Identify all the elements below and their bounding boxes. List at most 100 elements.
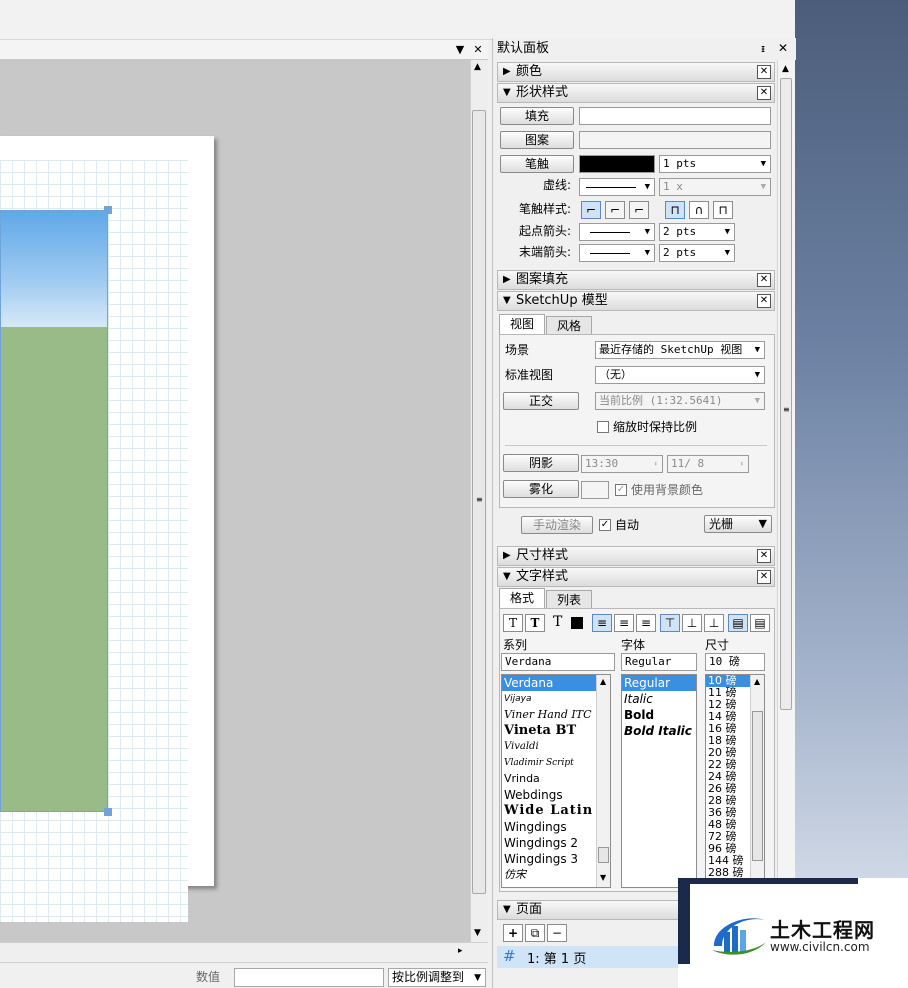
family-input[interactable]: Verdana: [501, 653, 615, 671]
manual-render-button[interactable]: 手动渲染: [521, 516, 593, 534]
family-list-scrollbar[interactable]: ▲ ▼: [596, 675, 610, 887]
join-bevel-icon[interactable]: ⊓: [713, 201, 733, 219]
bounded-text-icon[interactable]: ▤: [750, 614, 770, 632]
list-item[interactable]: Vijaya: [502, 691, 610, 707]
text-color-swatch[interactable]: [571, 617, 583, 629]
scroll-down-icon[interactable]: ▼: [474, 928, 481, 938]
section-shape-style[interactable]: ▼ 形状样式 ✕: [497, 83, 775, 103]
resize-handle-bottom-right[interactable]: [104, 808, 112, 816]
family-scroll-thumb[interactable]: [598, 847, 609, 863]
doc-menu-dropdown-icon[interactable]: ▼: [452, 42, 468, 58]
section-close-icon[interactable]: ✕: [757, 273, 771, 287]
auto-render-checkbox[interactable]: ✓: [599, 519, 611, 531]
start-arrow-size-select[interactable]: 2 pts ▼: [659, 223, 735, 241]
fog-color-swatch[interactable]: [581, 481, 609, 499]
panel-close-icon[interactable]: ✕: [778, 41, 788, 55]
list-item[interactable]: Bold: [622, 707, 696, 723]
list-item[interactable]: Viner Hand ITC: [502, 707, 610, 723]
size-input[interactable]: 10 磅: [705, 653, 765, 671]
list-item[interactable]: Vladimir Script: [502, 755, 610, 771]
family-list[interactable]: Verdana Vijaya Viner Hand ITC Vineta BT …: [501, 674, 611, 888]
valign-top-icon[interactable]: ⊤: [660, 614, 680, 632]
pattern-swatch[interactable]: [579, 131, 771, 149]
section-color[interactable]: ▶ 颜色 ✕: [497, 62, 775, 82]
list-item[interactable]: Verdana: [502, 675, 610, 691]
document-canvas[interactable]: [0, 60, 470, 942]
scroll-down-icon[interactable]: ▼: [600, 873, 606, 882]
stroke-button[interactable]: 笔触: [500, 155, 574, 173]
size-list-scrollbar[interactable]: ▲: [750, 675, 764, 879]
list-item[interactable]: Wingdings: [502, 819, 610, 835]
add-page-icon[interactable]: +: [503, 924, 523, 942]
cap-square-icon[interactable]: ⌐: [629, 201, 649, 219]
tab-list[interactable]: 列表: [546, 590, 592, 610]
valign-middle-icon[interactable]: ⊥: [682, 614, 702, 632]
scroll-up-icon[interactable]: ▲: [754, 677, 760, 686]
font-style-list[interactable]: Regular Italic Bold Bold Italic: [621, 674, 697, 888]
align-right-icon[interactable]: ≡: [636, 614, 656, 632]
join-miter-icon[interactable]: ⊓: [665, 201, 685, 219]
value-input[interactable]: [234, 968, 384, 987]
ortho-button[interactable]: 正交: [503, 392, 579, 410]
font-style-input[interactable]: Regular: [621, 653, 697, 671]
cap-flat-icon[interactable]: ⌐: [581, 201, 601, 219]
section-sketchup-model[interactable]: ▼ SketchUp 模型 ✕: [497, 291, 775, 311]
list-item[interactable]: Bold Italic: [622, 723, 696, 739]
scroll-up-icon[interactable]: ▲: [474, 62, 481, 72]
panel-scroll-thumb[interactable]: ≡: [780, 78, 792, 710]
list-item[interactable]: Vineta BT: [502, 723, 610, 739]
section-close-icon[interactable]: ✕: [757, 86, 771, 100]
text-color-icon[interactable]: T: [553, 614, 562, 630]
list-item[interactable]: Italic: [622, 691, 696, 707]
date-spinner[interactable]: 11/ 8 ⬍: [667, 455, 749, 473]
section-close-icon[interactable]: ✕: [757, 294, 771, 308]
tab-style[interactable]: 风格: [546, 316, 592, 336]
render-mode-select[interactable]: 光栅 ▼: [704, 515, 772, 533]
start-arrow-select[interactable]: ▼: [579, 223, 655, 241]
scroll-right-icon[interactable]: ▸: [458, 946, 463, 956]
list-item[interactable]: 仿宋: [502, 867, 610, 883]
resize-handle-top-right[interactable]: [104, 206, 112, 214]
list-item[interactable]: Regular: [622, 675, 696, 691]
section-pattern-fill[interactable]: ▶ 图案填充 ✕: [497, 270, 775, 290]
list-item[interactable]: Vivaldi: [502, 739, 610, 755]
tab-format[interactable]: 格式: [499, 588, 545, 609]
end-arrow-select[interactable]: ▼: [579, 244, 655, 262]
size-list[interactable]: 10 磅 11 磅 12 磅 14 磅 16 磅 18 磅 20 磅 22 磅 …: [705, 674, 765, 880]
list-item[interactable]: Wide Latin: [502, 803, 610, 819]
canvas-horizontal-scrollbar[interactable]: ▸: [0, 942, 488, 962]
section-close-icon[interactable]: ✕: [757, 570, 771, 584]
list-item[interactable]: Vrinda: [502, 771, 610, 787]
text-font-icon[interactable]: T: [503, 614, 523, 632]
align-left-icon[interactable]: ≡: [592, 614, 612, 632]
use-bg-checkbox[interactable]: ✓: [615, 484, 627, 496]
dash-scale-select[interactable]: 1 x ▼: [659, 178, 771, 196]
fill-swatch[interactable]: [579, 107, 771, 125]
scroll-up-icon[interactable]: ▲: [600, 677, 606, 686]
fit-text-icon[interactable]: ▤: [728, 614, 748, 632]
section-text-style[interactable]: ▼ 文字样式 ✕: [497, 567, 775, 587]
align-center-icon[interactable]: ≡: [614, 614, 634, 632]
list-item[interactable]: Wingdings 3: [502, 851, 610, 867]
section-close-icon[interactable]: ✕: [757, 549, 771, 563]
keep-scale-checkbox[interactable]: [597, 421, 609, 433]
tab-view[interactable]: 视图: [499, 314, 545, 335]
pattern-button[interactable]: 图案: [500, 131, 574, 149]
join-round-icon[interactable]: ∩: [689, 201, 709, 219]
fill-button[interactable]: 填充: [500, 107, 574, 125]
section-dimension-style[interactable]: ▶ 尺寸样式 ✕: [497, 546, 775, 566]
remove-page-icon[interactable]: −: [547, 924, 567, 942]
shadow-button[interactable]: 阴影: [503, 454, 579, 472]
section-close-icon[interactable]: ✕: [757, 65, 771, 79]
sketchup-viewport[interactable]: [0, 210, 108, 812]
duplicate-page-icon[interactable]: ⧉: [525, 924, 545, 942]
fog-button[interactable]: 雾化: [503, 480, 579, 498]
cap-round-icon[interactable]: ⌐: [605, 201, 625, 219]
scale-to-fit-select[interactable]: 按比例调整到 ▼: [388, 968, 486, 987]
time-spinner[interactable]: 13:30 ⬍: [581, 455, 663, 473]
stroke-width-select[interactable]: 1 pts ▼: [659, 155, 771, 173]
scene-select[interactable]: 最近存储的 SketchUp 视图 ▼: [595, 341, 765, 359]
list-item[interactable]: Wingdings 2: [502, 835, 610, 851]
pin-icon[interactable]: ᵻ: [761, 42, 765, 55]
doc-close-icon[interactable]: ✕: [470, 42, 486, 58]
